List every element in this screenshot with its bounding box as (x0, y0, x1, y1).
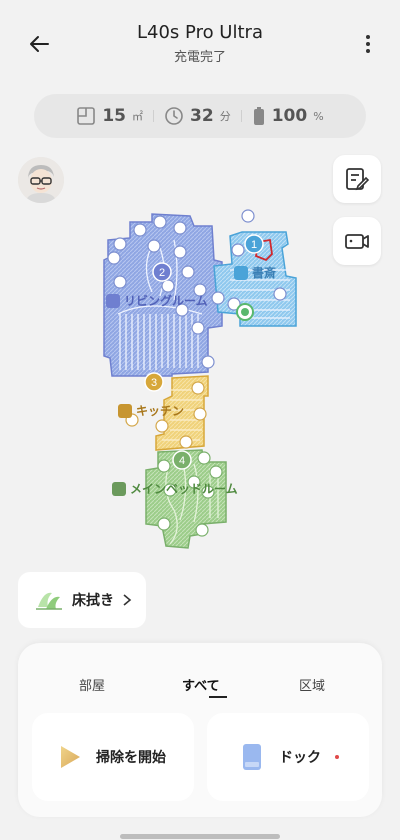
camera-button[interactable] (333, 217, 381, 265)
book-icon (234, 265, 248, 280)
area-unit: ㎡ (132, 110, 144, 123)
room-label-kitchen[interactable]: キッチン (118, 402, 184, 419)
room-badge-1[interactable]: 1 (244, 234, 264, 254)
tab-rooms[interactable]: 部屋 (79, 675, 105, 694)
tab-underline (209, 696, 227, 698)
more-options-icon[interactable] (356, 32, 380, 56)
room-badge-2[interactable]: 2 (152, 262, 172, 282)
device-title: L40s Pro Ultra (137, 22, 263, 43)
chevron-right-icon (123, 594, 132, 606)
notification-dot (335, 755, 339, 759)
device-status: 充電完了 (173, 50, 226, 65)
time-stat: 32 分 (164, 106, 231, 126)
bottom-panel: 部屋 すべて 区域 掃除を開始 ドック (18, 643, 382, 817)
bed-icon (112, 481, 126, 496)
mop-mode-label: 床拭き (72, 593, 114, 609)
floor-map[interactable]: 1 2 3 4 書斎 リビングルーム キッチン メインベッドルーム (90, 200, 310, 560)
room-label-study[interactable]: 書斎 (234, 264, 276, 281)
battery-unit: % (313, 109, 324, 123)
dock-button[interactable]: ドック (207, 713, 369, 801)
battery-value: 100 (271, 106, 308, 126)
svg-text:4: 4 (179, 455, 185, 467)
cleaning-stats: 15 ㎡ 32 分 100 % (34, 94, 366, 138)
area-value: 15 (102, 106, 127, 126)
start-cleaning-label: 掃除を開始 (96, 750, 166, 766)
room-label-living[interactable]: リビングルーム (106, 292, 208, 309)
edit-map-button[interactable] (333, 155, 381, 203)
battery-stat: 100 % (252, 106, 324, 126)
svg-text:1: 1 (251, 239, 257, 251)
home-indicator (120, 834, 280, 839)
tab-zone[interactable]: 区域 (299, 675, 325, 694)
dock-icon (243, 744, 261, 770)
area-icon (77, 107, 96, 125)
divider (153, 110, 155, 122)
start-cleaning-button[interactable]: 掃除を開始 (32, 713, 194, 801)
avatar-illustration (18, 157, 64, 203)
dock-label: ドック (279, 750, 321, 766)
video-camera-icon (345, 234, 369, 249)
mop-mode-button[interactable]: 床拭き (18, 572, 146, 628)
time-value: 32 (190, 106, 214, 126)
time-unit: 分 (219, 110, 231, 123)
battery-icon (253, 107, 264, 125)
room-badge-3[interactable]: 3 (144, 372, 164, 392)
divider (240, 110, 242, 122)
mop-icon (36, 592, 62, 610)
clock-icon (165, 107, 183, 125)
play-icon (61, 746, 80, 768)
edit-map-icon (346, 168, 370, 191)
avatar[interactable] (18, 157, 64, 203)
sofa-icon (106, 293, 120, 308)
map-canvas: 1 2 3 4 (103, 209, 297, 549)
kitchen-icon (118, 403, 132, 418)
room-label-bedroom[interactable]: メインベッドルーム (112, 480, 238, 497)
top-bar: L40s Pro Ultra 充電完了 (0, 0, 400, 80)
tab-all[interactable]: すべて (182, 675, 220, 694)
area-stat: 15 ㎡ (76, 106, 143, 126)
room-badge-4[interactable]: 4 (172, 450, 192, 470)
svg-text:3: 3 (151, 377, 157, 389)
svg-text:2: 2 (159, 267, 165, 279)
robot-icon (236, 303, 254, 321)
